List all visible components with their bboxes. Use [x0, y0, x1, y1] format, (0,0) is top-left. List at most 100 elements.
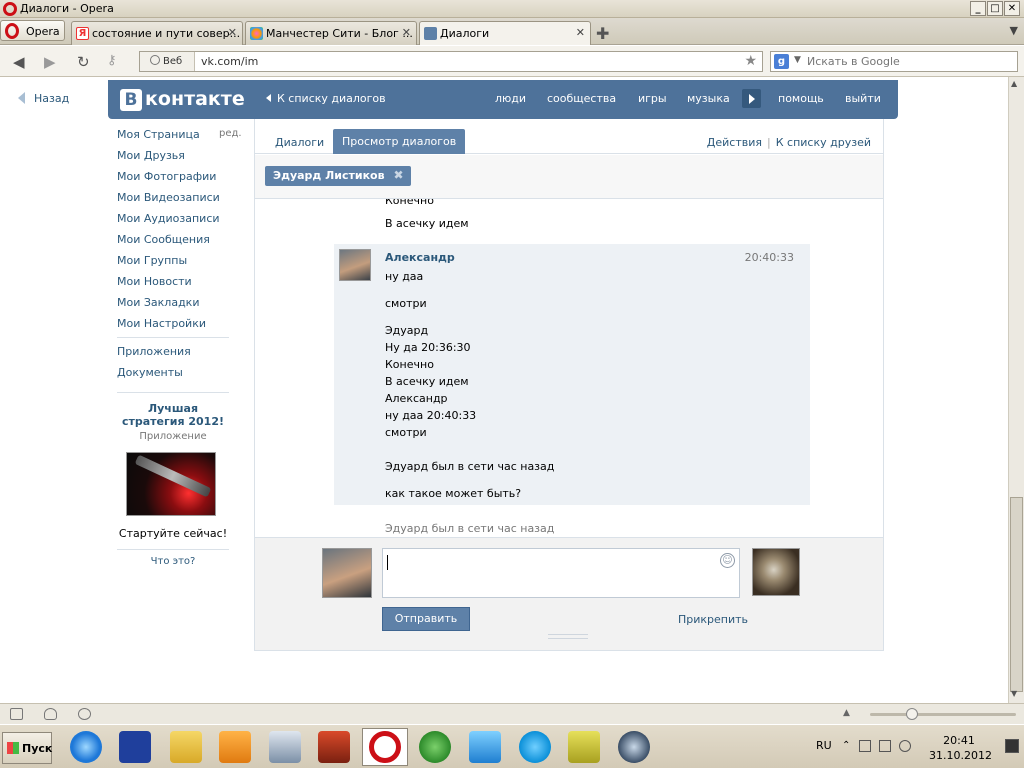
archive-icon[interactable] [318, 731, 350, 763]
media-player-icon[interactable] [219, 731, 251, 763]
peer-tag[interactable]: Эдуард Листиков ✖ [265, 166, 411, 186]
to-dialogs-list-link[interactable]: К списку диалогов [266, 92, 386, 105]
close-tab-icon[interactable]: ✕ [228, 26, 237, 39]
web-badge[interactable]: Веб [140, 52, 195, 71]
actions-link[interactable]: Действия [707, 136, 762, 149]
ad-cta[interactable]: Стартуйте сейчас! [117, 527, 229, 540]
internet-explorer-icon[interactable] [70, 731, 102, 763]
panel-toggle-icon[interactable] [10, 708, 23, 720]
forward-arrow-icon[interactable]: ▶ [44, 53, 56, 71]
game-icon[interactable] [568, 731, 600, 763]
nav-communities[interactable]: сообщества [547, 92, 616, 105]
close-tab-icon[interactable]: ✕ [402, 26, 411, 39]
new-tab-icon[interactable]: ✚ [596, 24, 609, 43]
opera-taskbar-icon[interactable] [369, 731, 401, 763]
tab-view-dialogs[interactable]: Просмотр диалогов [333, 129, 466, 154]
browser-tab[interactable]: Я состояние и пути совер... ✕ [71, 21, 243, 45]
attach-link[interactable]: Прикрепить [678, 613, 748, 626]
utorrent-icon[interactable] [419, 731, 451, 763]
remove-peer-icon[interactable]: ✖ [394, 168, 404, 182]
google-icon[interactable]: g [774, 54, 789, 69]
speed-dial-icon[interactable] [78, 708, 91, 720]
maximize-button[interactable]: □ [987, 1, 1003, 16]
resize-grip[interactable] [548, 634, 588, 639]
menu-applications[interactable]: Приложения [117, 345, 191, 358]
menu-my-settings[interactable]: Мои Настройки [117, 317, 206, 330]
nav-music[interactable]: музыка [687, 92, 730, 105]
nav-logout[interactable]: выйти [845, 92, 881, 105]
music-note-icon[interactable] [469, 731, 501, 763]
back-arrow-icon[interactable]: ◀ [13, 53, 25, 71]
ad-lightsaber-image[interactable] [126, 452, 216, 516]
ad-what-link[interactable]: Что это? [117, 556, 229, 567]
network-icon[interactable] [879, 740, 891, 752]
menu-my-news[interactable]: Мои Новости [117, 275, 192, 288]
tab-list-chevron-icon[interactable]: ▼ [1010, 24, 1018, 37]
steam-icon[interactable] [618, 731, 650, 763]
taskbar-opera-active[interactable] [362, 728, 408, 766]
close-tab-icon[interactable]: ✕ [576, 26, 585, 39]
zoom-up-icon[interactable]: ▲ [843, 708, 850, 718]
floppy-save-icon[interactable] [119, 731, 151, 763]
scroll-up-icon[interactable]: ▲ [1011, 79, 1017, 88]
message-time[interactable]: 20:40:33 [745, 251, 794, 264]
menu-my-groups[interactable]: Мои Группы [117, 254, 187, 267]
ad-title[interactable]: Лучшая стратегия 2012! [117, 402, 229, 428]
nav-help[interactable]: помощь [778, 92, 824, 105]
skype-icon[interactable] [519, 731, 551, 763]
close-window-button[interactable]: ✕ [1004, 1, 1020, 16]
search-field[interactable]: g ▼ [770, 51, 1018, 72]
message-input[interactable]: ☺ [382, 548, 740, 598]
tray-clock[interactable]: 20:41 31.10.2012 [929, 733, 992, 763]
scanner-icon[interactable] [269, 731, 301, 763]
flag-icon[interactable] [859, 740, 871, 752]
browser-tab-active[interactable]: Диалоги ✕ [419, 21, 591, 45]
opera-menu-button[interactable]: Opera [0, 20, 65, 41]
menu-my-audio[interactable]: Мои Аудиозаписи [117, 212, 220, 225]
menu-my-bookmarks[interactable]: Мои Закладки [117, 296, 199, 309]
opera-logo-icon [3, 2, 17, 16]
search-input[interactable] [807, 54, 1007, 69]
url-field[interactable]: Веб vk.com/im ★ [139, 51, 763, 72]
menu-my-videos[interactable]: Мои Видеозаписи [117, 191, 220, 204]
monitor-icon[interactable] [1005, 739, 1019, 753]
page-viewport: Назад Вконтакте К списку диалогов люди с… [0, 77, 1008, 703]
music-play-icon[interactable] [742, 89, 761, 108]
url-text[interactable]: vk.com/im [201, 55, 258, 68]
edit-menu-link[interactable]: ред. [219, 128, 242, 139]
menu-my-photos[interactable]: Мои Фотографии [117, 170, 216, 183]
nav-people[interactable]: люди [495, 92, 526, 105]
tab-dialogs[interactable]: Диалоги [275, 136, 324, 149]
message-author[interactable]: Александр [385, 251, 455, 264]
reload-icon[interactable]: ↻ [77, 53, 90, 71]
menu-my-friends[interactable]: Мои Друзья [117, 149, 185, 162]
start-button[interactable]: Пуск [2, 732, 52, 764]
minimize-button[interactable]: _ [970, 1, 986, 16]
menu-my-page[interactable]: Моя Страница [117, 128, 200, 141]
zoom-slider-knob[interactable] [906, 708, 918, 720]
scroll-thumb[interactable] [1010, 497, 1023, 692]
send-button[interactable]: Отправить [382, 607, 470, 631]
search-engine-dropdown-icon[interactable]: ▼ [794, 55, 801, 65]
volume-icon[interactable] [899, 740, 911, 752]
cloud-icon[interactable] [44, 708, 57, 720]
tray-expand-icon[interactable]: ⌃ [842, 740, 854, 752]
browser-tab[interactable]: Манчестер Сити - Блог ... ✕ [245, 21, 417, 45]
avatar[interactable] [339, 249, 371, 281]
vertical-scrollbar[interactable]: ▲ ▼ [1008, 77, 1024, 703]
emoji-smile-icon[interactable]: ☺ [720, 553, 735, 568]
menu-my-messages[interactable]: Мои Сообщения [117, 233, 210, 246]
menu-documents[interactable]: Документы [117, 366, 183, 379]
zoom-slider[interactable] [870, 708, 1016, 720]
friends-list-link[interactable]: К списку друзей [776, 136, 871, 149]
dialog-tabs: Диалоги Просмотр диалогов Действия | К спи… [255, 119, 883, 154]
folder-icon[interactable] [170, 731, 202, 763]
vk-logo[interactable]: Вконтакте [120, 88, 245, 112]
bookmark-star-icon[interactable]: ★ [744, 53, 757, 69]
language-indicator[interactable]: RU [816, 739, 832, 752]
scroll-down-icon[interactable]: ▼ [1011, 689, 1017, 698]
vk-back-link[interactable]: Назад [18, 92, 69, 105]
avatar[interactable] [322, 548, 372, 598]
nav-games[interactable]: игры [638, 92, 667, 105]
avatar[interactable] [752, 548, 800, 596]
